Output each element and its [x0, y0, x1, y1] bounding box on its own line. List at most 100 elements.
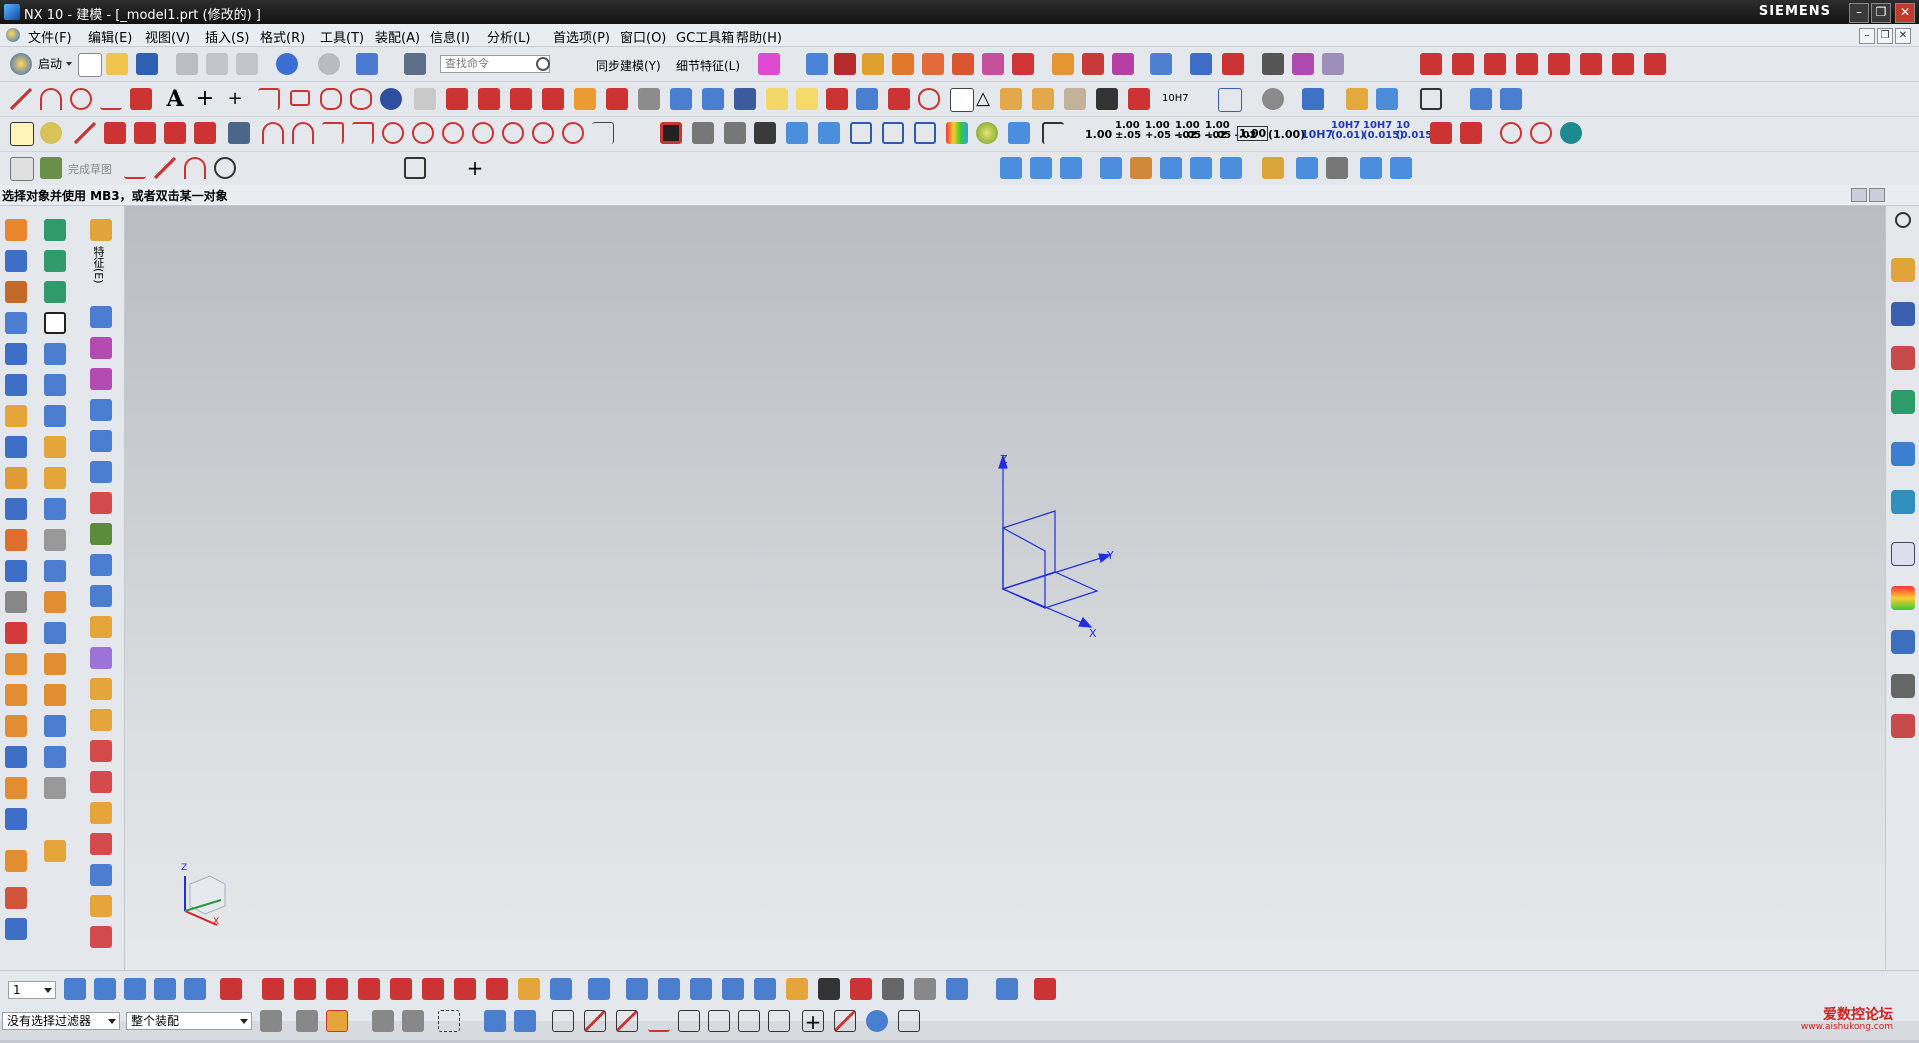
wcs-dynamics-icon[interactable]	[220, 978, 242, 1000]
snap-center-icon[interactable]	[678, 1010, 700, 1032]
section-curve-icon[interactable]	[542, 88, 564, 110]
sew-icon[interactable]	[1322, 53, 1344, 75]
nx-menu-icon[interactable]	[6, 28, 20, 42]
polygon-icon[interactable]	[320, 88, 342, 110]
sketch-extend-icon[interactable]	[164, 122, 186, 144]
intersection-curve-icon[interactable]	[510, 88, 532, 110]
save-icon[interactable]	[136, 53, 158, 75]
book-left-icon[interactable]	[44, 622, 66, 644]
extension-icon[interactable]	[856, 88, 878, 110]
curve-rule-icon[interactable]	[326, 1010, 348, 1032]
mirror-curve-icon[interactable]	[670, 88, 692, 110]
open-folder-icon[interactable]	[106, 53, 128, 75]
mirror-feature-icon[interactable]	[1190, 53, 1212, 75]
fit-curve-icon[interactable]	[918, 88, 940, 110]
curve-split-icon[interactable]	[1580, 53, 1602, 75]
snap-icon[interactable]	[40, 122, 62, 144]
curve-analysis-icon[interactable]	[1644, 53, 1666, 75]
pattern-feature-icon[interactable]	[1150, 53, 1172, 75]
work-layer-select[interactable]: 1	[8, 981, 56, 999]
snap-midpoint-icon[interactable]	[584, 1010, 606, 1032]
rectangle-icon[interactable]	[290, 90, 310, 106]
diameter-icon[interactable]	[1500, 122, 1522, 144]
sketch-circle-2-icon[interactable]	[412, 122, 434, 144]
view-orient-icon[interactable]	[1218, 88, 1242, 112]
mesh-surface-icon[interactable]	[734, 88, 756, 110]
menu-gc-toolbox[interactable]: GC工具箱	[676, 27, 734, 46]
pad-icon[interactable]	[1160, 157, 1182, 179]
dim-basic[interactable]: 1.00	[1237, 126, 1269, 141]
sew-left-icon[interactable]	[90, 864, 112, 886]
extrude-icon[interactable]	[1000, 157, 1022, 179]
composite-curve-icon[interactable]	[702, 88, 724, 110]
sketch-profile-icon[interactable]	[104, 122, 126, 144]
groove-icon[interactable]	[1220, 157, 1242, 179]
dim-fit[interactable]: 10H7	[1301, 128, 1333, 141]
isometric-view-icon[interactable]	[914, 122, 936, 144]
split-left-icon[interactable]	[44, 560, 66, 582]
boss-icon[interactable]	[1100, 157, 1122, 179]
datum-plane-icon[interactable]	[44, 219, 66, 241]
update-model-icon[interactable]	[754, 978, 776, 1000]
show-grid-icon[interactable]	[818, 978, 840, 1000]
view-triad[interactable]: Z X	[181, 863, 226, 927]
revolve-icon[interactable]	[1030, 157, 1052, 179]
through-curves-icon[interactable]	[90, 306, 112, 328]
trimmed-sheet-icon[interactable]	[90, 492, 112, 514]
trim-body-icon[interactable]	[1082, 53, 1104, 75]
top-view-icon[interactable]	[786, 122, 808, 144]
menu-help[interactable]: 帮助(H)	[736, 27, 782, 46]
status-toggle-icon[interactable]	[1869, 188, 1885, 202]
snap-grid-icon[interactable]	[898, 1010, 920, 1032]
finish-sketch-icon[interactable]	[40, 157, 62, 179]
zoom-icon[interactable]	[1500, 88, 1522, 110]
resize-blend-icon[interactable]	[922, 53, 944, 75]
bridge-surface-icon[interactable]	[90, 554, 112, 576]
emboss-left-icon[interactable]	[44, 715, 66, 737]
sketch-circle-7-icon[interactable]	[562, 122, 584, 144]
pull-face-icon[interactable]	[758, 53, 780, 75]
maximize-button[interactable]: ❐	[1871, 3, 1891, 23]
edge-blend-left-icon[interactable]	[44, 343, 66, 365]
menu-view[interactable]: 视图(V)	[145, 27, 190, 46]
delete-icon[interactable]	[1262, 53, 1284, 75]
layout-icon[interactable]	[1420, 88, 1442, 110]
web-browser-icon[interactable]	[1891, 490, 1915, 514]
minimize-button[interactable]: –	[1849, 3, 1869, 23]
draft-left-icon[interactable]	[5, 887, 27, 909]
swoop-icon[interactable]	[90, 523, 112, 545]
wrap-left-icon[interactable]	[44, 653, 66, 675]
sketch-circle-3-icon[interactable]	[442, 122, 464, 144]
more-left-icon[interactable]	[5, 850, 27, 872]
sphere-left-icon[interactable]	[5, 436, 27, 458]
start-icon[interactable]	[10, 53, 32, 75]
display-icon[interactable]	[692, 122, 714, 144]
delete-face-icon[interactable]	[834, 53, 856, 75]
ellipse-icon[interactable]	[350, 88, 372, 110]
wrap-geometry-icon[interactable]	[1390, 157, 1412, 179]
replace-face-icon[interactable]	[862, 53, 884, 75]
patch-surface-icon[interactable]	[90, 895, 112, 917]
detail-feature-menu[interactable]: 细节特征(L)	[676, 57, 740, 74]
silhouette-icon[interactable]	[90, 616, 112, 638]
curve-fillet-icon[interactable]	[1516, 53, 1538, 75]
offset-face-icon[interactable]	[1326, 157, 1348, 179]
cone-left-icon[interactable]	[5, 405, 27, 427]
wcs-yc-icon[interactable]	[486, 978, 508, 1000]
hole-icon[interactable]	[1060, 157, 1082, 179]
spline-icon[interactable]	[100, 88, 122, 110]
doc-close-button[interactable]: ✕	[1895, 28, 1911, 44]
constraint-navigator-icon[interactable]	[1891, 302, 1915, 326]
feature-group-icon[interactable]	[90, 219, 112, 241]
table-icon[interactable]	[1000, 88, 1022, 110]
wcs-xc-icon[interactable]	[454, 978, 476, 1000]
sketch-line-icon[interactable]	[74, 122, 96, 144]
face-rule-icon[interactable]	[372, 1010, 394, 1032]
menu-analysis[interactable]: 分析(L)	[487, 27, 530, 46]
edit-feature-icon[interactable]	[722, 978, 744, 1000]
thicken-left-icon[interactable]	[44, 498, 66, 520]
undo-icon[interactable]	[276, 53, 298, 75]
process-studio-icon[interactable]	[1891, 630, 1915, 654]
wcs-rotate-icon[interactable]	[262, 978, 284, 1000]
transition-icon[interactable]	[90, 647, 112, 669]
